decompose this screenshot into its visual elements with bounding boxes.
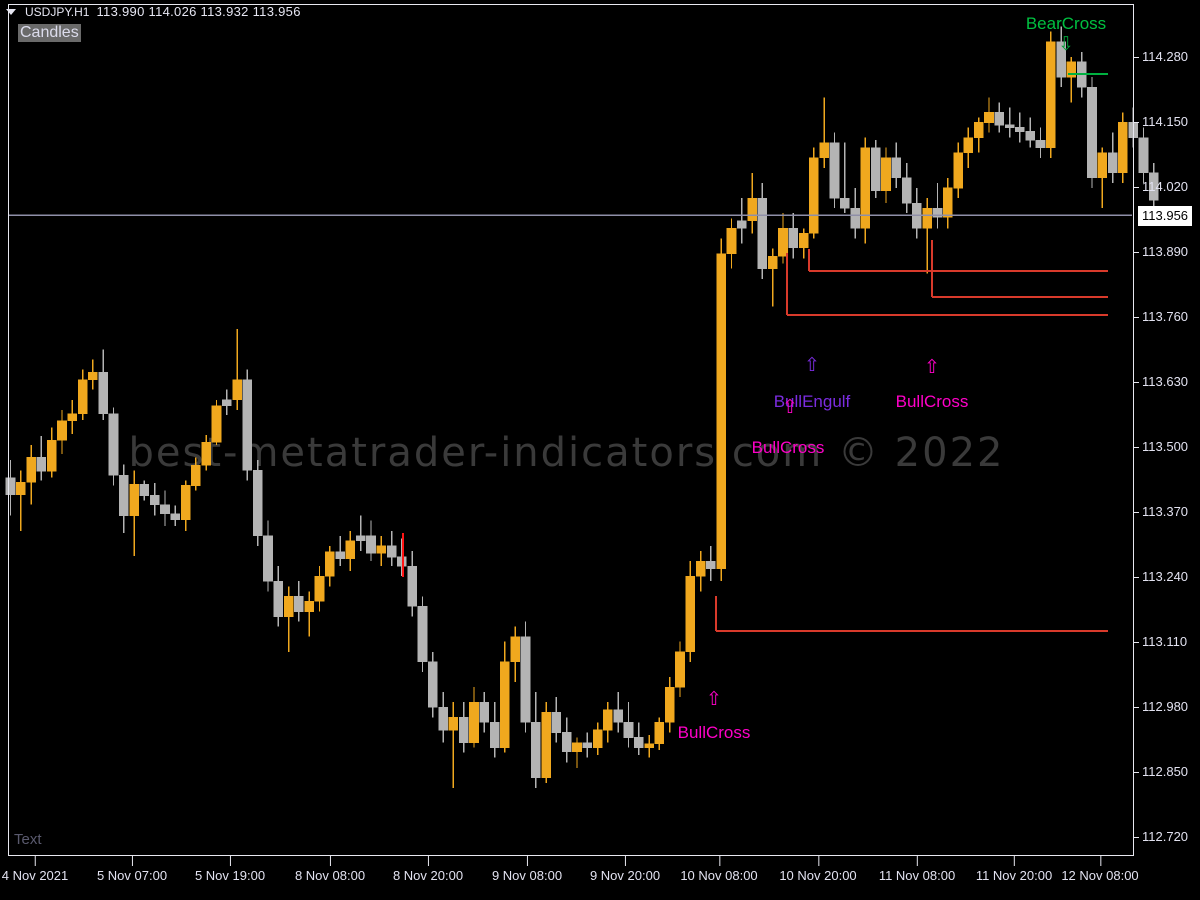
time-tick-label: 8 Nov 20:00 — [392, 856, 464, 883]
bull-cross-label-lower-arrow-icon: ⇧ — [706, 689, 722, 710]
time-tick-text: 4 Nov 2021 — [1, 868, 69, 883]
price-tick-text: 112.850 — [1142, 764, 1189, 779]
price-tick-text: 113.240 — [1142, 569, 1189, 584]
price-tick-text: 113.890 — [1142, 244, 1189, 259]
time-tick-label: 9 Nov 20:00 — [589, 856, 661, 883]
price-tick-mark — [1134, 642, 1139, 643]
candle-series — [5, 26, 1159, 788]
time-tick-label: 9 Nov 08:00 — [491, 856, 563, 883]
price-tick-text: 114.020 — [1142, 179, 1189, 194]
price-tick-mark — [1134, 577, 1139, 578]
price-tick-mark — [1134, 317, 1139, 318]
time-axis[interactable]: 4 Nov 2021 5 Nov 07:00 5 Nov 19:00 8 Nov 08… — [0, 856, 1200, 900]
time-tick-mark — [719, 856, 720, 866]
current-price-badge: 113.956 — [1138, 206, 1193, 226]
time-tick-label: 12 Nov 08:00 — [1061, 856, 1139, 883]
metatrader-chart-window: USDJPY.H1 113.990 114.026 113.932 113.95… — [0, 0, 1200, 900]
time-tick-text: 9 Nov 20:00 — [589, 868, 661, 883]
time-tick-label: 10 Nov 08:00 — [680, 856, 758, 883]
price-tick-label: 112.980 — [1134, 699, 1188, 715]
time-tick-label: 5 Nov 19:00 — [194, 856, 266, 883]
bull-engulf-magenta-arrow-arrow-icon: ⇧ — [782, 397, 798, 418]
price-tick-label: 113.890 — [1134, 244, 1188, 260]
time-tick-text: 10 Nov 20:00 — [779, 868, 857, 883]
time-tick-label: 5 Nov 07:00 — [96, 856, 168, 883]
time-tick-mark — [329, 856, 331, 866]
time-tick-mark — [818, 856, 819, 866]
price-tick-mark — [1134, 447, 1139, 448]
price-tick-text: 113.760 — [1142, 309, 1189, 324]
time-tick-text: 11 Nov 08:00 — [878, 868, 956, 883]
price-tick-text: 113.370 — [1142, 504, 1189, 519]
time-tick-mark — [1014, 856, 1015, 866]
bull-engulf-label-arrow-icon: ⇧ — [804, 355, 820, 376]
time-tick-mark — [229, 856, 231, 866]
time-tick-label: 8 Nov 08:00 — [294, 856, 366, 883]
bull-cross-label-mid[interactable]: BullCross — [752, 438, 825, 457]
price-tick-label: 112.720 — [1134, 829, 1188, 845]
price-axis[interactable]: 114.280 114.150 114.020 113.890 113.760 113.6… — [1134, 0, 1200, 860]
time-tick-text: 10 Nov 08:00 — [680, 868, 758, 883]
price-tick-label: 113.760 — [1134, 309, 1188, 325]
time-tick-mark — [624, 856, 626, 866]
price-tick-mark — [1134, 122, 1139, 123]
price-tick-mark — [1134, 707, 1139, 708]
price-tick-text: 114.150 — [1142, 114, 1189, 129]
price-tick-mark — [1134, 772, 1139, 773]
price-tick-text: 112.720 — [1142, 829, 1189, 844]
price-tick-label: 113.240 — [1134, 569, 1188, 585]
price-tick-label: 112.850 — [1134, 764, 1188, 780]
price-tick-mark — [1134, 57, 1139, 58]
time-tick-text: 5 Nov 07:00 — [96, 868, 168, 883]
price-tick-mark — [1134, 187, 1139, 188]
time-tick-text: 8 Nov 20:00 — [392, 868, 464, 883]
signal-level-lines — [715, 73, 1108, 632]
bull-cross-label-lower[interactable]: BullCross — [678, 723, 751, 742]
chart-canvas[interactable] — [0, 0, 1200, 900]
time-tick-label: 11 Nov 20:00 — [975, 856, 1053, 883]
price-tick-label: 113.370 — [1134, 504, 1188, 520]
bull-cross-label-upper-arrow-icon: ⇧ — [924, 357, 940, 378]
price-tick-mark — [1134, 512, 1139, 513]
time-tick-label: 10 Nov 20:00 — [779, 856, 857, 883]
time-tick-mark — [1100, 856, 1101, 866]
price-tick-label: 114.150 — [1134, 114, 1188, 130]
bear-cross-label-arrow-icon: ⇩ — [1058, 34, 1074, 55]
time-tick-mark — [35, 856, 36, 866]
time-tick-text: 12 Nov 08:00 — [1061, 868, 1139, 883]
time-tick-text: 5 Nov 19:00 — [194, 868, 266, 883]
time-tick-text: 9 Nov 08:00 — [491, 868, 563, 883]
price-tick-label: 114.280 — [1134, 49, 1188, 65]
price-tick-label: 113.110 — [1134, 634, 1187, 650]
price-tick-text: 112.980 — [1142, 699, 1189, 714]
time-tick-mark — [427, 856, 429, 866]
time-tick-text: 11 Nov 20:00 — [975, 868, 1053, 883]
bear-cross-label[interactable]: BearCross — [1026, 14, 1106, 33]
time-tick-mark — [131, 856, 133, 866]
price-tick-text: 114.280 — [1142, 49, 1189, 64]
time-tick-mark — [917, 856, 918, 866]
price-tick-label: 113.500 — [1134, 439, 1188, 455]
price-tick-mark — [1134, 837, 1139, 838]
time-tick-label: 4 Nov 2021 — [1, 856, 69, 883]
bull-cross-label-upper[interactable]: BullCross — [896, 392, 969, 411]
price-tick-label: 114.020 — [1134, 179, 1188, 195]
time-tick-text: 8 Nov 08:00 — [294, 868, 366, 883]
price-tick-mark — [1134, 382, 1139, 383]
price-tick-text: 113.110 — [1142, 634, 1188, 649]
time-tick-mark — [526, 856, 528, 866]
price-tick-text: 113.500 — [1142, 439, 1189, 454]
time-tick-label: 11 Nov 08:00 — [878, 856, 956, 883]
price-tick-text: 113.630 — [1142, 374, 1189, 389]
price-tick-label: 113.630 — [1134, 374, 1188, 390]
price-tick-mark — [1134, 252, 1139, 253]
